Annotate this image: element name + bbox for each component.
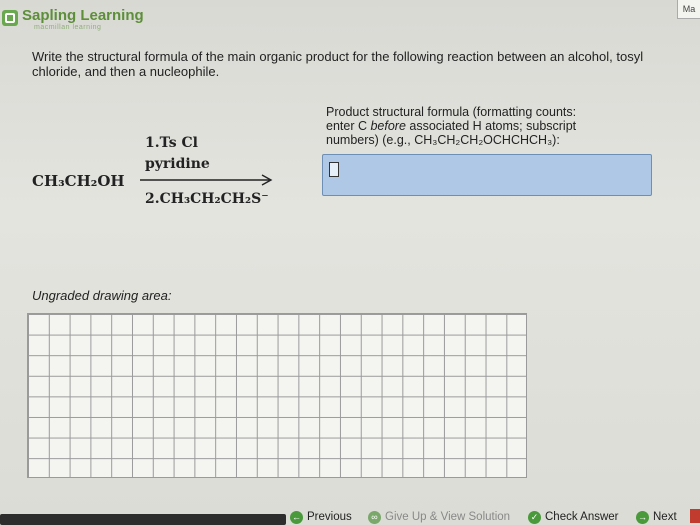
previous-button[interactable]: ← Previous: [290, 509, 352, 525]
step2-reagent: 2.CH₃CH₂CH₂S⁻: [145, 191, 269, 207]
drawing-grid-canvas[interactable]: [27, 313, 527, 478]
answer-instructions: Product structural formula (formatting c…: [326, 105, 646, 147]
question-prompt: Write the structural formula of the main…: [32, 49, 644, 79]
reaction-arrow-icon: [140, 174, 273, 186]
instr-emphasis: before: [370, 119, 406, 133]
answer-instructions-line3: numbers) (e.g., CH₃CH₂CH₂OCHCHCH₃):: [326, 133, 560, 147]
check-answer-label: Check Answer: [545, 511, 619, 523]
reactant-formula: CH₃CH₂OH: [32, 172, 125, 190]
answer-instructions-line1: Product structural formula (formatting c…: [326, 105, 577, 119]
text-cursor-placeholder[interactable]: [329, 162, 339, 177]
step1-solvent: pyridine: [145, 156, 210, 172]
horizontal-scrollbar[interactable]: [0, 514, 286, 525]
brand-name: Sapling Learning: [22, 7, 144, 24]
next-button[interactable]: → Next: [636, 509, 677, 525]
app-header: Sapling Learning macmillan learning Ma: [0, 0, 700, 38]
instr-pre: enter C: [326, 119, 371, 133]
give-up-icon: ∞: [368, 510, 381, 524]
sapling-logo-icon: [2, 10, 18, 26]
check-answer-button[interactable]: ✓ Check Answer: [528, 509, 619, 525]
next-label: Next: [653, 511, 677, 523]
corner-menu-button[interactable]: Ma: [677, 0, 700, 19]
product-formula-input[interactable]: [322, 154, 652, 196]
previous-label: Previous: [307, 511, 352, 523]
drawing-area-label: Ungraded drawing area:: [32, 288, 172, 303]
give-up-label: Give Up & View Solution: [385, 511, 511, 523]
back-arrow-icon: ←: [290, 510, 303, 524]
brand-tagline: macmillan learning: [34, 24, 102, 31]
forward-arrow-icon: →: [636, 510, 649, 524]
answer-instructions-line2: enter C before associated H atoms; subsc…: [326, 119, 646, 133]
give-up-button[interactable]: ∞ Give Up & View Solution: [368, 509, 510, 525]
instr-post: associated H atoms; subscript: [405, 119, 577, 133]
exit-icon[interactable]: [690, 509, 700, 523]
step1-reagent: 1.Ts Cl: [145, 135, 198, 151]
checkmark-icon: ✓: [528, 510, 541, 524]
